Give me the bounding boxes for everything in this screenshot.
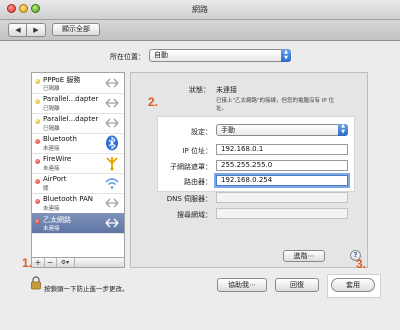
service-status: 已隔離 [43, 126, 60, 132]
service-name: Parallel...dapter [43, 95, 99, 103]
bluetooth-icon [104, 135, 120, 151]
dns-server-field[interactable] [216, 192, 348, 203]
forward-button[interactable]: ▶ [27, 24, 45, 36]
apply-button[interactable]: 套用 [331, 278, 375, 292]
service-status: 未連接 [43, 206, 60, 212]
back-forward-control: ◀ ▶ [8, 23, 46, 37]
revert-button[interactable]: 回復 [275, 278, 319, 292]
service-item[interactable]: Parallel...dapter 已隔離 [32, 93, 124, 114]
router-field[interactable]: 192.168.0.254 [216, 175, 348, 186]
toolbar: ◀ ▶ 顯示全部 [0, 20, 400, 41]
callout-step-3: 3. [356, 257, 367, 271]
location-value: 自動 [154, 51, 168, 59]
service-item[interactable]: Bluetooth 未連接 [32, 133, 124, 154]
service-name: Bluetooth [43, 135, 77, 143]
configure-popup[interactable]: 手動 ▲ ▼ [216, 123, 348, 136]
status-dot-red [35, 199, 40, 204]
service-list: PPPoE 服務 已隔離 Parallel...dapter 已隔離 Parallel.… [31, 72, 125, 258]
status-dot-red [35, 219, 40, 224]
status-dot-yellow [35, 99, 40, 104]
callout-step-1: 1. [22, 256, 33, 270]
service-item[interactable]: Parallel...dapter 已隔離 [32, 113, 124, 134]
back-button[interactable]: ◀ [9, 24, 27, 36]
service-item[interactable]: PPPoE 服務 已隔離 [32, 73, 124, 94]
ip-address-label: IP 位址： [182, 147, 212, 155]
service-name: Bluetooth PAN [43, 195, 94, 203]
arrows-icon [104, 75, 120, 91]
status-dot-red [35, 159, 40, 164]
status-dot-yellow [35, 119, 40, 124]
configure-label: 設定： [191, 128, 212, 136]
status-value: 未連接 [216, 86, 237, 94]
ethernet-icon [104, 215, 120, 231]
show-all-button[interactable]: 顯示全部 [52, 23, 100, 36]
location-popup[interactable]: 自動 ▲ ▼ [149, 49, 291, 62]
lock-hint-text: 按鎖頭一下防止進一步更改。 [44, 285, 129, 293]
status-description: 已接上"乙太網路"的接線，但您的電腦沒有 IP 位 [216, 98, 334, 104]
dns-server-label: DNS 伺服器： [166, 195, 212, 203]
status-label: 狀態： [189, 86, 210, 94]
service-item[interactable]: Bluetooth PAN 未連接 [32, 193, 124, 214]
service-status: 未連接 [43, 146, 60, 152]
service-status: 未連接 [43, 166, 60, 172]
service-name: FireWire [43, 155, 72, 163]
service-status: 已隔離 [43, 106, 60, 112]
search-domains-field[interactable] [216, 208, 348, 219]
status-description-cont: 址。 [216, 106, 228, 112]
service-item[interactable]: AirPort 關 [32, 173, 124, 194]
service-name: AirPort [43, 175, 67, 183]
status-dot-red [35, 139, 40, 144]
ip-address-field[interactable]: 192.168.0.1 [216, 144, 348, 155]
subnet-mask-label: 子網路遮罩： [170, 163, 212, 171]
service-action-menu[interactable]: ⚙▾ [56, 258, 75, 267]
location-label: 所在位置： [110, 53, 145, 61]
service-list-controls: + − ⚙▾ [31, 257, 125, 268]
title-bar: 網路 [0, 0, 400, 20]
window-title: 網路 [192, 5, 208, 14]
lock-icon[interactable] [30, 276, 42, 290]
service-status: 已隔離 [43, 86, 60, 92]
service-item[interactable]: FireWire 未連接 [32, 153, 124, 174]
popup-arrows-icon: ▲ ▼ [338, 123, 348, 136]
wifi-icon [104, 175, 120, 191]
router-label: 路由器： [184, 178, 212, 186]
status-dot-red [35, 179, 40, 184]
arrows-icon [104, 95, 120, 111]
assist-me-button[interactable]: 協助我⋯ [217, 278, 267, 292]
popup-arrows-icon: ▲ ▼ [281, 49, 291, 62]
service-item[interactable]: 乙太網路 未連接 [32, 213, 124, 234]
callout-step-2: 2. [148, 95, 159, 109]
subnet-mask-field[interactable]: 255.255.255.0 [216, 160, 348, 171]
service-name: Parallel...dapter [43, 115, 99, 123]
arrows-icon [104, 195, 120, 211]
arrows-icon [104, 115, 120, 131]
advanced-button[interactable]: 進階⋯ [283, 250, 325, 262]
status-dot-yellow [35, 79, 40, 84]
service-status: 關 [43, 186, 49, 192]
firewire-icon [104, 155, 120, 171]
configure-value: 手動 [221, 126, 235, 134]
search-domains-label: 搜尋網域： [177, 211, 212, 219]
service-status: 未連接 [43, 226, 60, 232]
